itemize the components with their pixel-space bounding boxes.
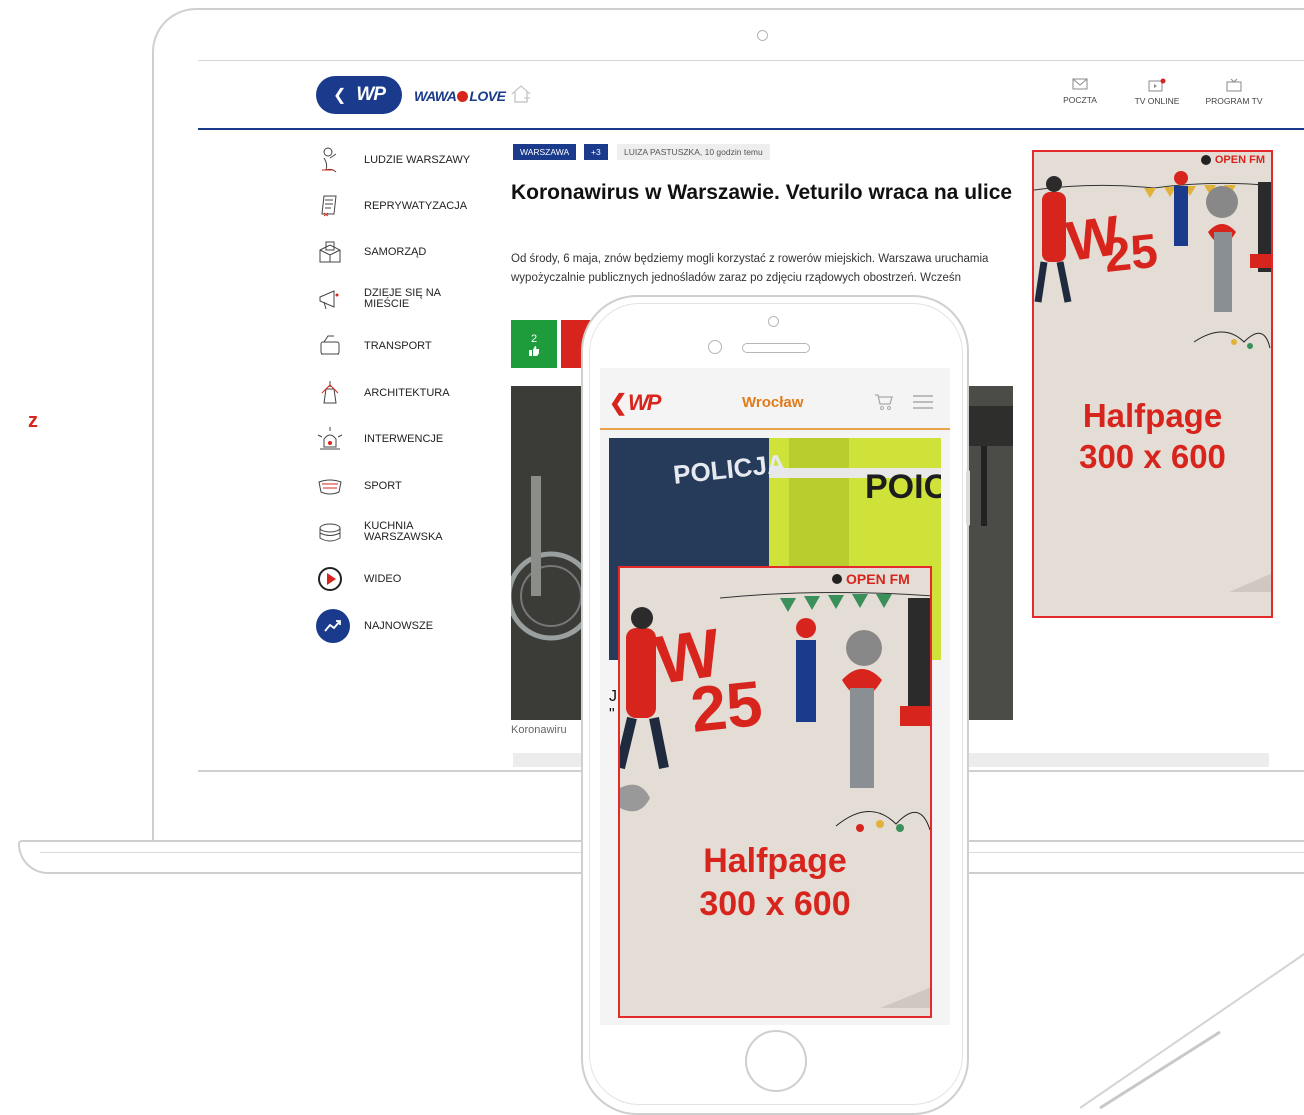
ad-brand-label: OPEN FM: [1214, 154, 1265, 166]
ad-format-text: Halfpage: [703, 842, 847, 880]
documents-icon: [321, 195, 337, 217]
ad-format-text: Halfpage: [1082, 397, 1223, 434]
ad-brand-label: OPEN FM: [846, 571, 910, 587]
openfm-logo-icon: [832, 574, 842, 584]
mobile-article-snippet-2: ": [609, 706, 615, 723]
cropped-side-text: z: [28, 410, 38, 432]
nav-poczta-label: POCZTA: [1063, 95, 1097, 105]
phone-speaker: [742, 343, 810, 353]
sidebar-item-kuchnia[interactable]: KUCHNIA WARSZAWSKA: [316, 517, 496, 547]
play-icon: [318, 567, 342, 591]
phone-sensor: [768, 316, 779, 327]
article-title: Koronawirus w Warszawie. Veturilo wraca …: [511, 181, 1013, 204]
mobile-wp-logo[interactable]: WP: [628, 390, 661, 416]
openfm-logo-icon: [1200, 155, 1211, 165]
halfpage-ad-mobile[interactable]: W 25 OPEN FM Halfpage 300 x 600: [618, 566, 932, 1018]
laptop-camera: [757, 30, 768, 41]
megaphone-icon: [319, 290, 339, 310]
header-divider: [198, 128, 1304, 130]
ad-illustration: W 25: [1034, 171, 1271, 592]
article-meta: LUIZA PASTUSZKA, 10 godzin temu: [617, 144, 770, 160]
sidebar-item-reprywatyzacja[interactable]: REPRYWATYZACJA: [316, 191, 496, 221]
heart-icon: [457, 91, 469, 102]
home-icon[interactable]: [510, 84, 532, 104]
brand-part-2: LOVE: [469, 88, 506, 104]
halfpage-ad-desktop[interactable]: W 25 OPEN FM Halfpage 300 x 600: [1032, 150, 1273, 618]
sidebar-item-label: LUDZIE WARSZAWY: [364, 153, 471, 166]
siren-icon: [317, 427, 343, 450]
ad-dimensions-text: 300 x 600: [699, 884, 851, 923]
sidebar-item-architektura[interactable]: ARCHITEKTURA: [316, 378, 496, 408]
sidebar-item-label: NAJNOWSZE: [364, 619, 434, 632]
like-count: 2: [530, 332, 538, 345]
trending-icon: [316, 609, 350, 643]
sidebar-item-wideo[interactable]: WIDEO: [316, 564, 496, 594]
wp-home-button[interactable]: ❮ WP: [316, 76, 402, 114]
sidebar-item-najnowsze[interactable]: NAJNOWSZE: [316, 609, 496, 643]
palace-icon: [321, 381, 339, 404]
ad-size-label: Halfpage 300 x 600: [1034, 395, 1271, 478]
mobile-city-logo: Wrocław: [742, 394, 804, 411]
sidebar-item-label: DZIEJE SIĘ NA MIEŚCIE: [364, 287, 441, 310]
cart-icon[interactable]: [874, 392, 894, 412]
mobile-header-divider: [600, 428, 950, 430]
nav-program-tv[interactable]: PROGRAM TV: [1199, 78, 1269, 106]
sidebar-item-label: ARCHITEKTURA: [364, 386, 450, 399]
mermaid-icon: [322, 147, 337, 173]
tag-warszawa[interactable]: WARSZAWA: [513, 144, 577, 160]
sidebar-item-transport[interactable]: TRANSPORT: [316, 331, 496, 361]
tv-online-icon: [1148, 78, 1166, 92]
hamburger-menu-icon[interactable]: [912, 394, 934, 410]
nav-tv-online[interactable]: TV ONLINE: [1122, 78, 1192, 106]
nav-poczta[interactable]: POCZTA: [1045, 78, 1115, 105]
sidebar-item-dzieje-sie[interactable]: DZIEJE SIĘ NA MIEŚCIE: [316, 284, 496, 314]
thumbs-up-icon: [529, 345, 539, 356]
ad-brand-openfm: OPEN FM: [832, 571, 910, 587]
article-lead: Od środy, 6 maja, znów będziemy mogli ko…: [511, 253, 989, 284]
wawalove-logo[interactable]: WAWA LOVE: [414, 88, 506, 104]
train-icon: [320, 335, 340, 355]
stadium-icon: [318, 479, 342, 495]
brand-part-1: WAWA: [414, 88, 457, 104]
sidebar-item-label: SAMORZĄD: [364, 245, 427, 258]
tag-more[interactable]: +3: [584, 144, 608, 160]
sidebar-item-label: REPRYWATYZACJA: [364, 199, 468, 212]
ad-size-label: Halfpage 300 x 600: [620, 840, 930, 925]
tv-icon: [1226, 78, 1242, 92]
mobile-article-snippet: J: [609, 688, 617, 705]
svg-text:25: 25: [687, 667, 765, 746]
sidebar-item-label: WIDEO: [364, 572, 402, 585]
phone-side-button: [966, 470, 970, 526]
sidebar-item-label: INTERWENCJE: [364, 432, 444, 445]
sidebar-item-label: KUCHNIA WARSZAWSKA: [364, 520, 443, 543]
ad-dimensions-text: 300 x 600: [1079, 438, 1226, 476]
decorative-diagonal-lines: [1079, 952, 1304, 1110]
chevron-left-icon: ❮: [332, 87, 347, 104]
sidebar-item-label: TRANSPORT: [364, 339, 432, 352]
ad-illustration: W 25: [620, 591, 930, 1008]
phone-camera: [708, 340, 722, 354]
nav-tv-online-label: TV ONLINE: [1134, 96, 1180, 106]
mail-icon: [1072, 78, 1088, 90]
sidebar-item-ludzie-warszawy[interactable]: LUDZIE WARSZAWY: [316, 145, 496, 175]
wp-logo: WP: [356, 84, 386, 105]
sidebar-item-samorzad[interactable]: SAMORZĄD: [316, 237, 496, 267]
sidebar-item-interwencje[interactable]: INTERWENCJE: [316, 424, 496, 454]
sidebar-item-label: SPORT: [364, 479, 402, 492]
phone-home-button[interactable]: [745, 1030, 807, 1092]
photo-caption: Koronawiru: [511, 724, 567, 736]
mobile-back-icon[interactable]: ❮: [609, 390, 627, 416]
photo-text-policja-2: POICJ: [865, 468, 941, 506]
like-button[interactable]: 2: [511, 320, 557, 368]
cake-icon: [319, 523, 341, 542]
sidebar-item-sport[interactable]: SPORT: [316, 471, 496, 501]
svg-text:25: 25: [1102, 225, 1161, 283]
screen-top-edge: [198, 60, 1304, 61]
nav-program-tv-label: PROGRAM TV: [1205, 96, 1263, 106]
ad-brand-openfm: OPEN FM: [1200, 154, 1265, 166]
ballot-box-icon: [319, 241, 341, 263]
